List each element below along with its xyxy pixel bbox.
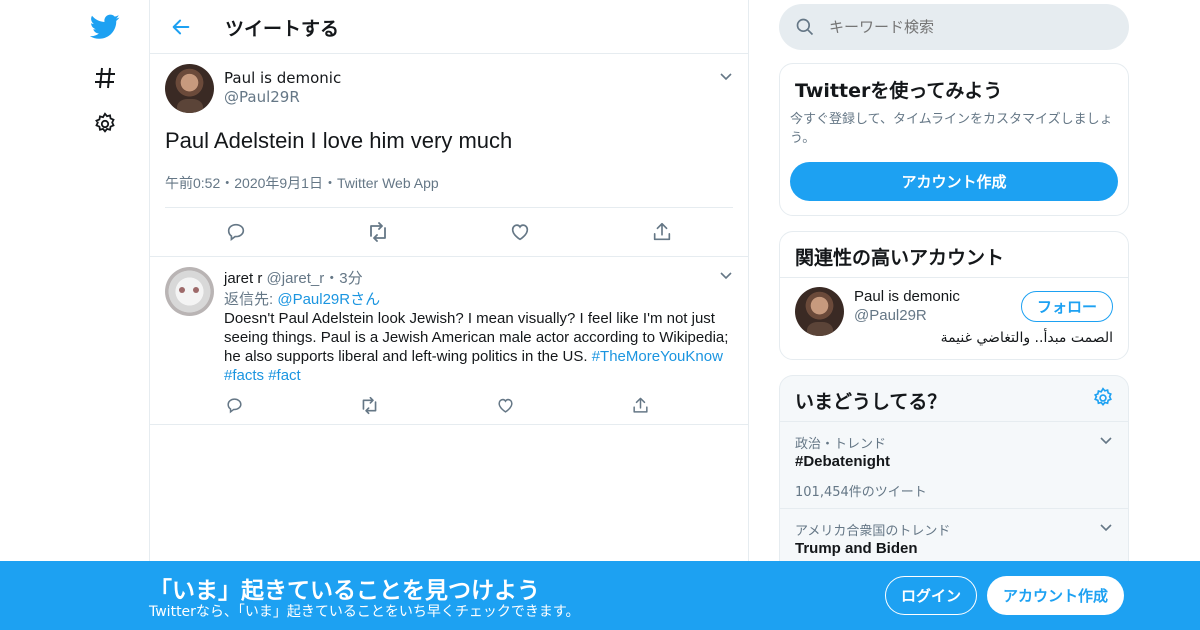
trend-item[interactable]: 政治・トレンド #Debatenight 101,454件のツイート <box>780 422 1128 509</box>
search-icon <box>795 17 815 41</box>
meta-separator: ・ <box>324 270 340 287</box>
signup-card: Twitterを使ってみよう 今すぐ登録して、タイムラインをカスタマイズしましょ… <box>779 63 1129 216</box>
back-arrow-icon[interactable] <box>168 14 194 40</box>
trend-name[interactable]: #Debatenight <box>795 453 890 470</box>
reply-icon[interactable] <box>222 218 250 246</box>
tweet-meta: 午前0:52・2020年9月1日・Twitter Web App <box>165 173 439 193</box>
user-handle[interactable]: @Paul29R <box>854 307 927 324</box>
hashtag-link[interactable]: #TheMoreYouKnow <box>592 348 723 365</box>
meta-separator: ・ <box>220 175 235 191</box>
display-name[interactable]: Paul is demonic <box>224 69 341 87</box>
card-title: いまどうしてる？ <box>795 391 947 413</box>
trend-name[interactable]: Trump and Biden <box>795 540 918 557</box>
user-handle[interactable]: @jaret_r <box>267 270 325 287</box>
like-heart-icon[interactable] <box>491 391 519 419</box>
tweet-text: Paul Adelstein I love him very much <box>165 128 513 153</box>
reply-icon[interactable] <box>220 391 248 419</box>
retweet-icon[interactable] <box>355 391 383 419</box>
divider <box>780 277 1128 278</box>
trend-category: 政治・トレンド <box>795 437 887 452</box>
left-nav <box>0 0 150 630</box>
chevron-down-icon[interactable] <box>1098 519 1114 539</box>
display-name[interactable]: jaret r <box>224 270 262 287</box>
banner-subtitle: Twitterなら、「いま」起きていることをいち早くチェックできます。 <box>149 604 580 620</box>
reply-to-prefix: 返信先: <box>224 291 278 308</box>
meta-separator: ・ <box>322 175 337 191</box>
reply-text: Doesn't Paul Adelstein look Jewish? I me… <box>224 309 736 385</box>
card-title: 関連性の高いアカウント <box>795 247 1005 269</box>
display-name[interactable]: Paul is demonic <box>854 288 960 305</box>
create-account-button[interactable]: アカウント作成 <box>790 162 1118 201</box>
reply-tweet: jaret r @jaret_r・3分 返信先: @Paul29Rさん Does… <box>150 257 748 425</box>
page-title: ツイートする <box>225 18 340 40</box>
focused-tweet: Paul is demonic @Paul29R Paul Adelstein … <box>150 54 748 257</box>
avatar[interactable] <box>165 267 214 316</box>
trends-header: いまどうしてる？ <box>780 376 1128 422</box>
hashtag-link[interactable]: #fact <box>268 367 301 384</box>
tweet-source: Twitter Web App <box>336 175 439 191</box>
tweet-date[interactable]: 2020年9月1日 <box>234 175 323 191</box>
user-bio: الصمت مبدأ.. والتغاضي غنيمة <box>940 330 1113 346</box>
hashtag-icon[interactable] <box>88 61 122 95</box>
reply-to-suffix: さん <box>350 291 381 308</box>
related-accounts-card: 関連性の高いアカウント Paul is demonic @Paul29R フォロ… <box>779 231 1129 360</box>
chevron-down-icon[interactable] <box>718 267 734 287</box>
card-title: Twitterを使ってみよう <box>795 80 1003 102</box>
avatar[interactable] <box>165 64 214 113</box>
retweet-icon[interactable] <box>364 218 392 246</box>
main-column: ツイートする Paul is demonic @Paul29R Paul Ade… <box>149 0 749 630</box>
chevron-down-icon[interactable] <box>1098 432 1114 452</box>
trend-category: アメリカ合衆国のトレンド <box>795 524 951 539</box>
signup-banner: 「いま」起きていることを見つけよう Twitterなら、「いま」起きていることを… <box>0 561 1200 630</box>
chevron-down-icon[interactable] <box>718 68 734 88</box>
user-handle[interactable]: @Paul29R <box>224 88 300 106</box>
like-heart-icon[interactable] <box>506 218 534 246</box>
tweet-time-ago[interactable]: 3分 <box>339 270 362 287</box>
reply-to-line: 返信先: @Paul29Rさん <box>224 288 380 309</box>
hashtag-link[interactable]: #facts <box>224 367 264 384</box>
search-bar[interactable] <box>779 4 1129 50</box>
share-icon[interactable] <box>648 218 676 246</box>
reply-to-handle[interactable]: @Paul29R <box>277 291 350 308</box>
create-account-button[interactable]: アカウント作成 <box>987 576 1124 615</box>
login-button[interactable]: ログイン <box>885 576 977 615</box>
trend-tweet-count: 101,454件のツイート <box>795 485 927 500</box>
search-input[interactable] <box>829 14 1109 40</box>
follow-button[interactable]: フォロー <box>1021 291 1113 322</box>
divider <box>165 207 733 208</box>
banner-title: 「いま」起きていることを見つけよう <box>149 578 540 604</box>
card-description: 今すぐ登録して、タイムラインをカスタマイズしましょう。 <box>790 112 1113 146</box>
gear-icon[interactable] <box>1092 387 1114 413</box>
page-header: ツイートする <box>150 0 748 54</box>
reply-author-line: jaret r @jaret_r・3分 <box>224 267 363 288</box>
gear-icon[interactable] <box>88 107 122 141</box>
avatar[interactable] <box>795 287 844 336</box>
twitter-bird-icon[interactable] <box>88 10 122 44</box>
tweet-time[interactable]: 午前0:52 <box>165 175 220 191</box>
share-icon[interactable] <box>626 391 654 419</box>
